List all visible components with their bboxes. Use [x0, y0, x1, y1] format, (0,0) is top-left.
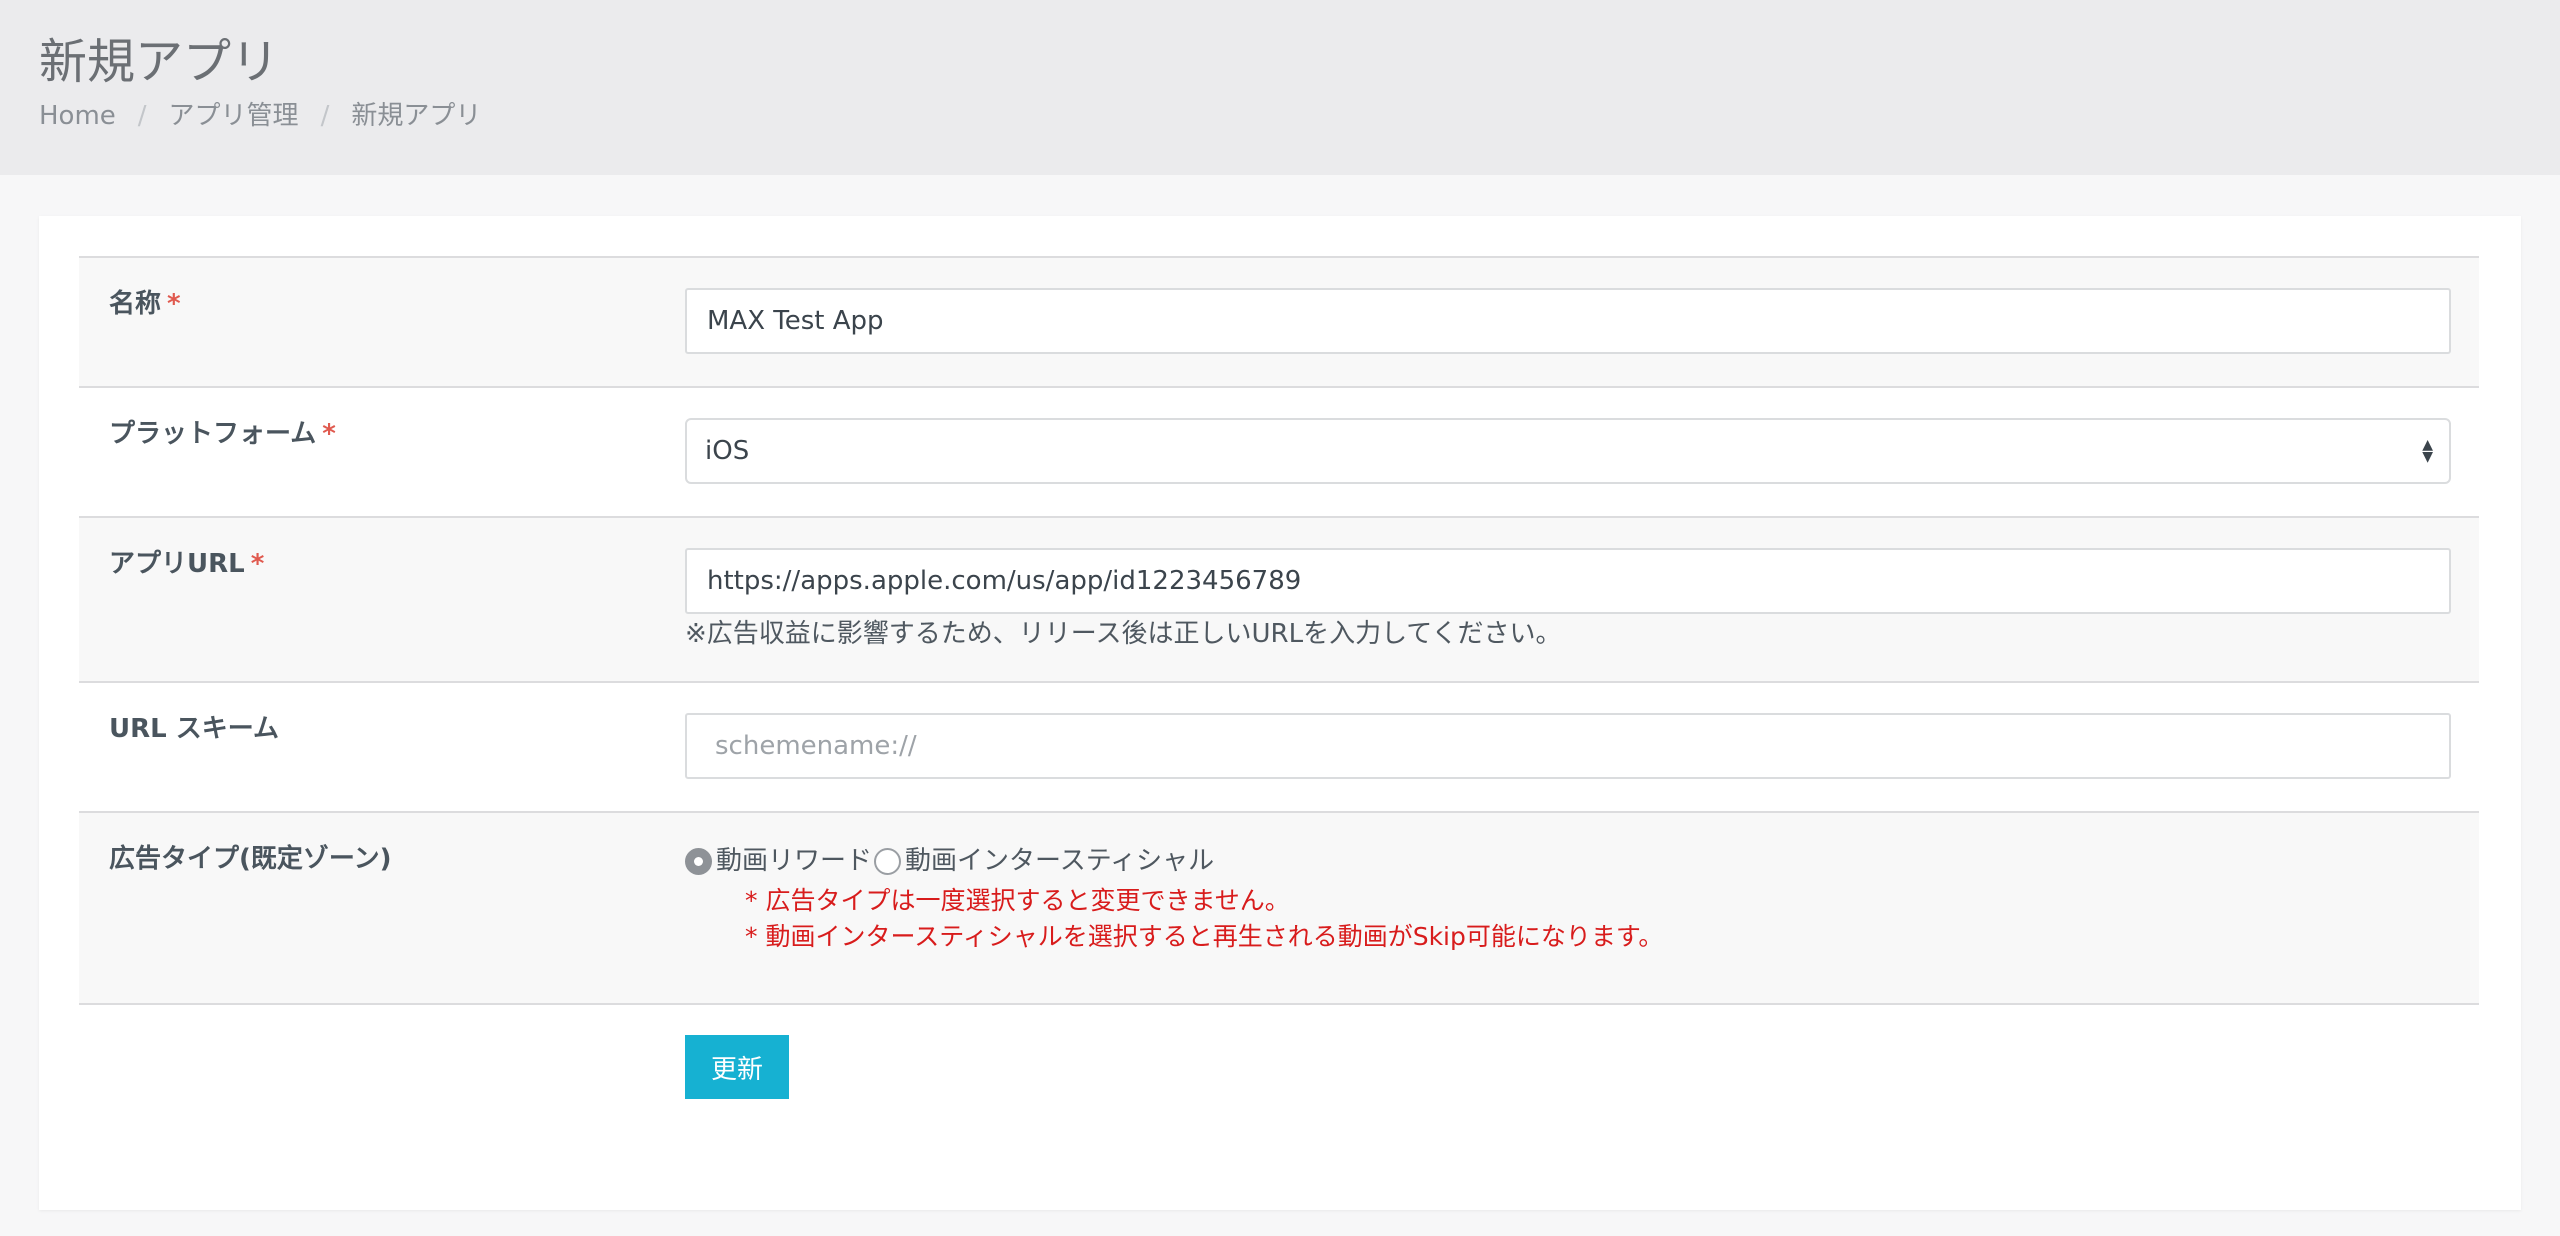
url-scheme-input[interactable] [685, 713, 2451, 779]
breadcrumb-home[interactable]: Home [39, 98, 116, 134]
name-label: 名称 * [109, 289, 181, 319]
breadcrumb-current: 新規アプリ [351, 101, 482, 131]
ad-type-label: 広告タイプ(既定ゾーン) [109, 844, 392, 874]
radio-video-interstitial[interactable] [874, 847, 902, 875]
page-header: 新規アプリ Home / アプリ管理 / 新規アプリ [0, 0, 2560, 175]
breadcrumb-separator: / [137, 101, 147, 131]
app-url-hint: ※広告収益に影響するため、リリース後は正しいURLを入力してください。 [685, 619, 1562, 649]
radio-video-reward[interactable] [685, 847, 712, 875]
platform-label: プラットフォーム * [109, 419, 336, 449]
ad-type-note: * 広告タイプは一度選択すると変更できません。 [745, 886, 1290, 915]
required-mark: * [322, 419, 336, 449]
url-scheme-label: URL スキーム [109, 714, 279, 744]
app-url-label: アプリURL * [109, 549, 265, 579]
ad-type-notes: * 広告タイプは一度選択すると変更できません。 * 動画インタースティシャルを選… [745, 883, 1663, 955]
ad-type-radio-group: 動画リワード 動画インタースティシャル [685, 843, 1216, 879]
radio-video-reward-label[interactable]: 動画リワード [716, 843, 872, 879]
app-form: 名称* プラットフォーム* iOS ▲▼ アプリURL* ※広告収益に影響するた… [79, 256, 2479, 1005]
platform-selected-value: iOS [705, 436, 750, 466]
ad-type-note: * 動画インタースティシャルを選択すると再生される動画がSkip可能になります。 [745, 922, 1664, 951]
breadcrumb: Home / アプリ管理 / 新規アプリ [39, 98, 481, 134]
required-mark: * [167, 289, 181, 319]
breadcrumb-separator: / [320, 101, 330, 131]
select-arrows-icon: ▲ ▼ [2422, 437, 2433, 465]
update-button[interactable]: 更新 [685, 1035, 789, 1099]
name-input[interactable] [685, 288, 2451, 354]
platform-row: プラットフォーム * iOS ▲ ▼ [79, 388, 2479, 518]
ad-type-row: 広告タイプ(既定ゾーン) 動画リワード 動画インタースティシャル * 広告タイプ… [79, 813, 2479, 1005]
url-scheme-row: URL スキーム [79, 683, 2479, 813]
form-panel: 名称* プラットフォーム* iOS ▲▼ アプリURL* ※広告収益に影響するた… [39, 216, 2521, 1210]
page-title: 新規アプリ [39, 34, 280, 90]
breadcrumb-app-management[interactable]: アプリ管理 [169, 98, 299, 134]
required-mark: * [250, 549, 265, 579]
app-url-row: アプリURL* ※広告収益に影響するため、リリース後は正しいURLを入力してくだ… [79, 518, 2479, 683]
app-url-input[interactable] [685, 548, 2451, 614]
radio-video-interstitial-label[interactable]: 動画インタースティシャル [905, 843, 1214, 879]
name-row: 名称 * [79, 258, 2479, 388]
platform-select[interactable]: iOS ▲ ▼ [685, 418, 2451, 484]
